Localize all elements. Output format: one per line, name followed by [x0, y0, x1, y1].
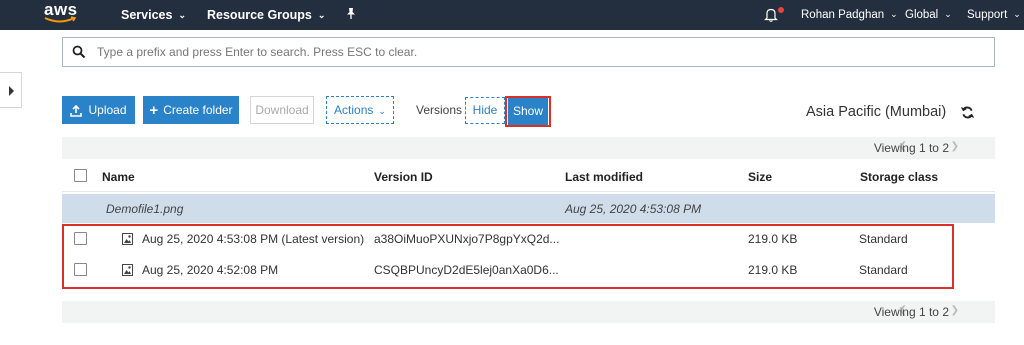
column-header-size[interactable]: Size	[748, 170, 772, 184]
hide-versions-button[interactable]: Hide	[465, 97, 505, 124]
chevron-down-icon: ⌄	[317, 10, 326, 20]
support-label: Support	[967, 9, 1008, 21]
column-header-version-id[interactable]: Version ID	[374, 170, 433, 184]
column-header-last-modified[interactable]: Last modified	[565, 170, 643, 184]
versions-label: Versions	[416, 103, 463, 117]
upload-icon	[70, 104, 83, 117]
resource-groups-menu[interactable]: Resource Groups ⌄	[207, 8, 325, 22]
show-versions-highlight: Show	[505, 96, 551, 127]
show-versions-button[interactable]: Show	[508, 98, 548, 125]
resource-groups-label: Resource Groups	[207, 8, 312, 22]
region-menu-label: Global	[905, 9, 939, 21]
next-page-icon[interactable]: ❯	[951, 141, 959, 152]
pagination-top: ❮ Viewing 1 to 2 ❯	[62, 137, 995, 159]
show-label: Show	[512, 104, 544, 118]
services-label: Services	[121, 8, 173, 22]
chevron-down-icon: ⌄	[944, 9, 952, 19]
create-folder-button[interactable]: + Create folder	[143, 96, 239, 124]
chevron-down-icon: ⌄	[178, 10, 186, 20]
hide-label: Hide	[472, 103, 498, 117]
next-page-icon[interactable]: ❯	[951, 305, 959, 316]
search-input[interactable]	[97, 43, 977, 61]
chevron-down-icon: ⌄	[378, 106, 386, 116]
aws-logo[interactable]: aws	[44, 1, 82, 26]
support-menu[interactable]: Support ⌄	[967, 9, 1021, 21]
sidebar-toggle[interactable]	[0, 72, 22, 108]
chevron-down-icon: ⌄	[890, 9, 898, 19]
download-button[interactable]: Download	[250, 96, 314, 124]
object-group-row[interactable]: Demofile1.png Aug 25, 2020 4:53:08 PM	[62, 194, 995, 223]
notification-badge	[778, 7, 784, 13]
table-header: Name Version ID Last modified Size Stora…	[62, 160, 995, 192]
pagination-text: Viewing 1 to 2	[873, 305, 949, 319]
user-name: Rohan Padghan	[801, 9, 885, 21]
select-all-checkbox[interactable]	[74, 169, 87, 182]
chevron-down-icon: ⌄	[1013, 9, 1021, 19]
upload-label: Upload	[88, 103, 127, 117]
column-header-name[interactable]: Name	[102, 170, 135, 184]
actions-label: Actions	[334, 103, 374, 117]
column-header-storage-class[interactable]: Storage class	[860, 170, 938, 184]
search-icon	[72, 45, 86, 59]
actions-dropdown[interactable]: Actions ⌄	[326, 96, 394, 124]
object-last-modified: Aug 25, 2020 4:53:08 PM	[565, 202, 702, 216]
create-folder-label: Create folder	[163, 103, 233, 117]
download-label: Download	[255, 103, 309, 117]
services-menu[interactable]: Services ⌄	[121, 8, 186, 22]
search-bar	[62, 37, 995, 67]
versions-highlight-box	[62, 224, 954, 289]
plus-icon: +	[149, 101, 159, 119]
pagination-text: Viewing 1 to 2	[873, 141, 949, 155]
bell-icon[interactable]	[764, 7, 778, 25]
aws-smile-icon	[44, 16, 77, 23]
top-nav-bar: aws Services ⌄ Resource Groups ⌄ Rohan Pad…	[0, 0, 1024, 30]
upload-button[interactable]: Upload	[62, 96, 135, 124]
refresh-icon[interactable]	[961, 106, 974, 119]
region-label: Asia Pacific (Mumbai)	[806, 104, 947, 120]
region-menu[interactable]: Global ⌄	[905, 9, 952, 21]
pagination-bottom: ❮ Viewing 1 to 2 ❯	[62, 301, 995, 323]
pin-icon[interactable]	[345, 7, 357, 23]
caret-right-icon	[9, 86, 14, 96]
object-name[interactable]: Demofile1.png	[106, 202, 183, 216]
user-menu[interactable]: Rohan Padghan ⌄	[801, 9, 898, 21]
